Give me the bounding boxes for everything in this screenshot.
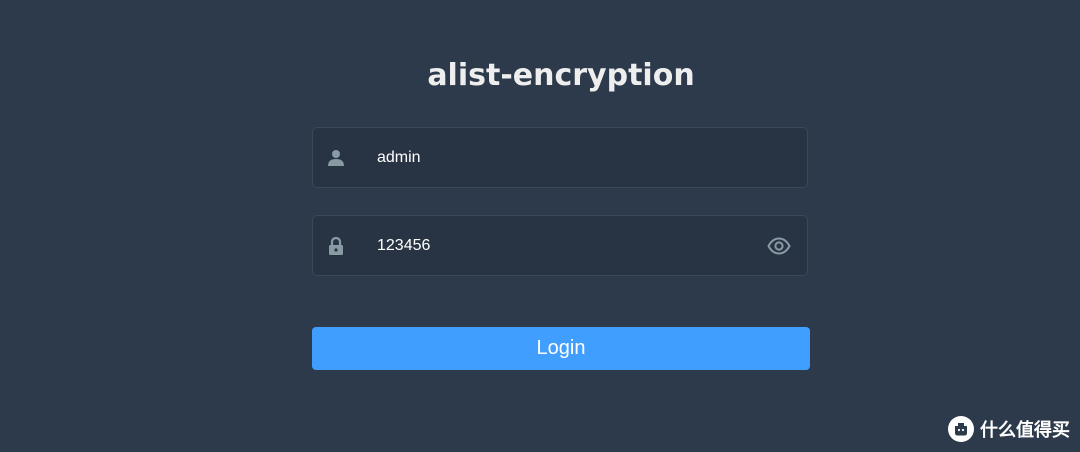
username-input[interactable] [377,128,757,187]
login-button[interactable]: Login [312,327,810,370]
username-field[interactable] [312,127,808,188]
eye-icon[interactable] [766,235,792,257]
password-input[interactable] [377,216,757,275]
password-field[interactable] [312,215,808,276]
watermark-text: 什么值得买 [980,420,1070,441]
page-title: alist-encryption [427,58,695,93]
watermark: 什么值得买 [948,416,1070,442]
lock-icon [327,236,345,256]
smzdm-logo-icon [948,416,974,442]
user-icon [327,148,345,168]
